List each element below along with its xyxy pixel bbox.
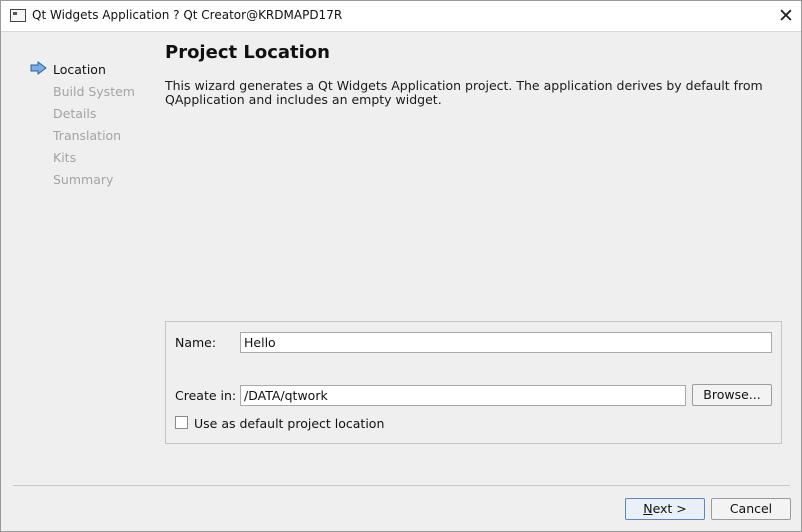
application-window-icon [10,9,26,22]
title-bar[interactable]: Qt Widgets Application ? Qt Creator@KRDM… [1,1,801,32]
create-in-label: Create in: [175,388,237,403]
wizard-window: Qt Widgets Application ? Qt Creator@KRDM… [0,0,802,532]
page-title: Project Location [165,42,330,63]
step-details: Details [53,106,97,121]
step-translation: Translation [53,128,122,143]
browse-button[interactable]: Browse... [692,384,772,406]
arrow-right-icon [30,61,47,75]
create-in-path-input[interactable] [240,385,686,406]
default-location-label: Use as default project location [194,416,385,431]
default-location-checkbox[interactable] [175,416,188,429]
step-summary: Summary [53,172,114,187]
next-mnemonic: N [643,501,653,516]
step-location: Location [53,62,106,77]
wizard-steps-sidebar: Location Build System Details Translatio… [1,32,151,492]
next-button[interactable]: Next > [625,498,705,520]
footer-divider [13,485,790,486]
step-kits: Kits [53,150,77,165]
page-description: This wizard generates a Qt Widgets Appli… [165,78,763,107]
close-icon[interactable]: ✕ [773,3,799,29]
next-label: ext > [652,501,687,516]
cancel-button[interactable]: Cancel [711,498,791,520]
window-title: Qt Widgets Application ? Qt Creator@KRDM… [32,8,343,22]
name-label: Name: [175,335,217,350]
project-name-input[interactable] [240,332,772,353]
step-build-system: Build System [53,84,135,99]
